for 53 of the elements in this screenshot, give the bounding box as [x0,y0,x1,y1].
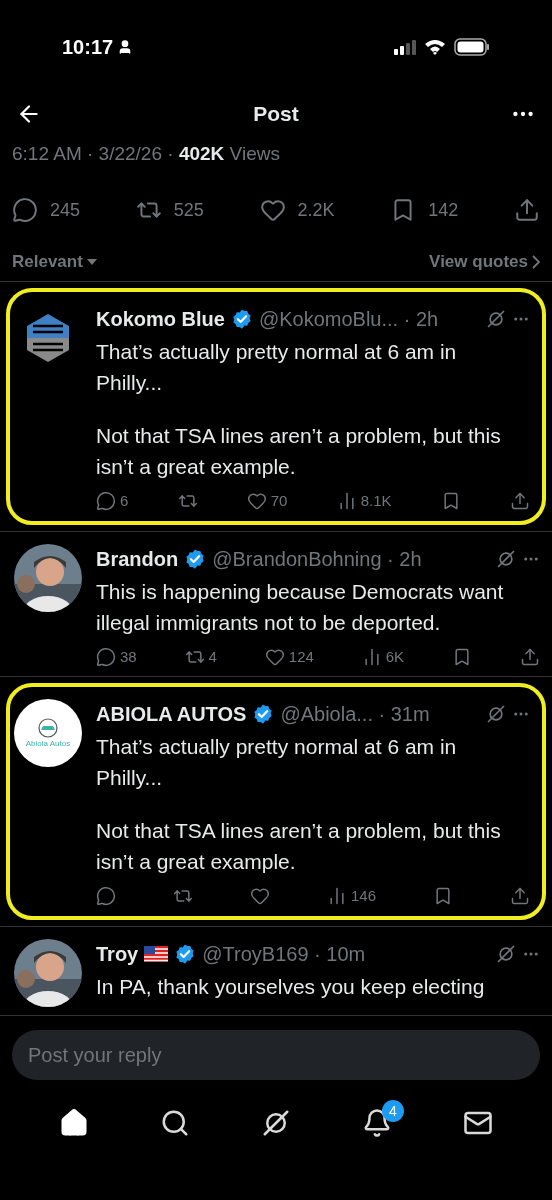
action-count: 6K [385,646,405,667]
action-count: 525 [173,198,204,222]
action-count: 124 [288,646,314,667]
share-icon[interactable] [510,491,530,512]
author-name[interactable]: Troy [96,938,139,969]
handle-and-time: @Abiola... · 31m [280,702,430,727]
reply-text: Not that TSA lines aren’t a problem, but this isn’t a great example. [96,423,502,480]
share-icon[interactable] [514,197,540,223]
caret-icon [86,258,97,265]
action-count: 4 [208,646,217,667]
chevron-icon [532,254,540,269]
handle-and-time: @BrandonBohning · 2h [212,546,422,572]
like-icon[interactable] [246,491,267,512]
action-count: 70 [270,491,288,511]
action-count: 245 [50,198,81,222]
reply-icon[interactable] [96,491,116,512]
hexagon-logo-icon[interactable] [25,312,71,364]
action-count: 2.2K [297,198,335,222]
battery-icon [454,38,490,56]
reply-text: Not that TSA lines aren’t a problem, but this isn’t a great example. [96,818,502,875]
action-count: 38 [120,646,137,667]
handle-and-time: @TroyB169 · 10m [202,941,366,967]
sort-dropdown[interactable]: Relevant [12,248,97,275]
view-quotes-link[interactable]: View quotes [429,248,540,275]
wifi-icon [424,39,446,55]
reply-text: That’s actually pretty normal at 6 am in Philly... [96,734,458,791]
handle-and-time: @KokomoBlu... · 2h [258,307,439,332]
action-count: 6 [120,491,129,511]
like-icon[interactable] [249,886,270,907]
notification-badge: 4 [381,1100,404,1122]
action-count: 142 [428,198,459,222]
author-name[interactable]: Brandon [96,543,179,574]
reply-icon[interactable] [96,886,116,907]
action-count: 8.1K [360,491,392,511]
clock-time: 10:17 [62,35,114,60]
reply-text: In PA, thank yourselves you keep electing [96,973,486,1000]
page-title: Post [253,101,299,128]
author-name[interactable]: ABIOLA AUTOS [96,699,247,729]
reply-field[interactable]: Post your reply [12,1030,540,1080]
like-icon[interactable] [264,646,285,667]
home-icon[interactable] [59,1108,90,1138]
share-icon[interactable] [519,646,540,667]
reply-text: That’s actually pretty normal at 6 am in Philly... [96,339,458,396]
reply-icon[interactable] [12,197,38,223]
post-timestamp: 6:12 AM · 3/22/26 · 402K Views [11,142,281,166]
author-name[interactable]: Kokomo Blue [96,304,225,334]
reply-text: This is happening because Democrats want illegal immigrants not to be deported. [96,578,505,636]
action-count: 146 [350,886,376,906]
share-icon[interactable] [509,886,530,907]
signal-icon [394,39,416,55]
reply-icon[interactable] [96,646,116,667]
like-icon[interactable] [259,197,286,223]
logo-text: Abiola Autos [25,740,71,748]
